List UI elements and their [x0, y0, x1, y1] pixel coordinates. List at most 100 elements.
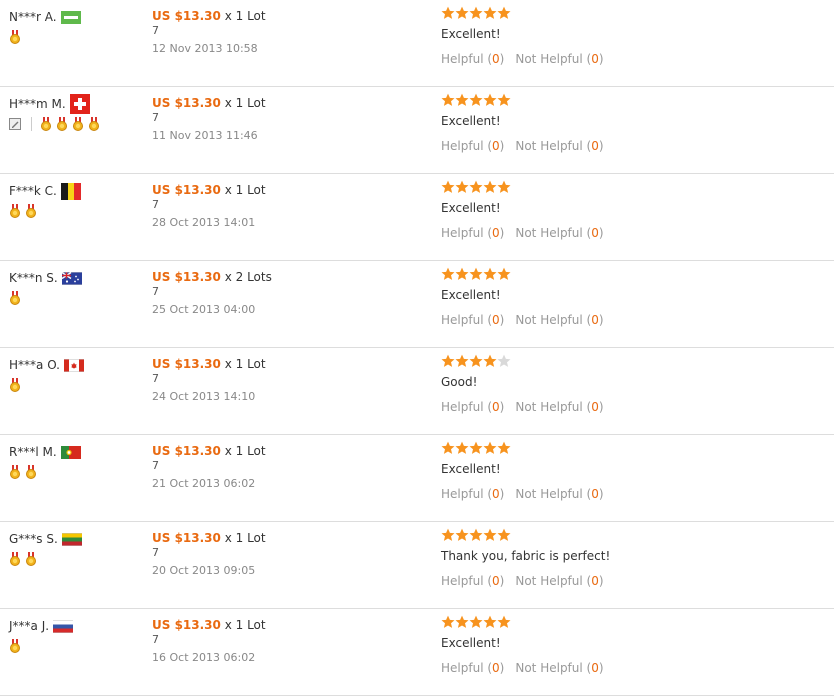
buyer-badges — [9, 465, 139, 479]
feedback-date: 12 Nov 2013 10:58 — [152, 42, 258, 55]
helpful-link[interactable]: Helpful (0) — [441, 139, 504, 153]
helpful-votes: Helpful (0) Not Helpful (0) — [441, 486, 821, 502]
not-helpful-link[interactable]: Not Helpful (0) — [515, 400, 603, 414]
review-comment: Excellent! — [441, 114, 501, 128]
star-rating — [441, 528, 821, 542]
helpful-link[interactable]: Helpful (0) — [441, 313, 504, 327]
medal-icon — [40, 117, 52, 131]
buyer-badges — [9, 117, 139, 131]
helpful-count: 0 — [492, 313, 500, 327]
star-filled-icon — [455, 180, 469, 194]
star-filled-icon — [441, 528, 455, 542]
order-price: US $13.30 — [152, 357, 221, 371]
helpful-count: 0 — [492, 661, 500, 675]
order-quantity: x 1 Lot — [224, 183, 266, 197]
feedback-list: N***r A. US $13.30 x 1 Lot 7 12 Nov 2013… — [0, 0, 834, 696]
helpful-link[interactable]: Helpful (0) — [441, 52, 504, 66]
order-quantity-sub: 7 — [152, 546, 159, 559]
not-helpful-label: Not Helpful — [515, 139, 583, 153]
helpful-label: Helpful — [441, 139, 484, 153]
review-comment: Thank you, fabric is perfect! — [441, 549, 611, 563]
star-filled-icon — [455, 6, 469, 20]
helpful-link[interactable]: Helpful (0) — [441, 661, 504, 675]
buyer-name: H***a O. — [9, 358, 60, 372]
helpful-link[interactable]: Helpful (0) — [441, 400, 504, 414]
star-filled-icon — [483, 441, 497, 455]
feedback-row: K***n S. US $13.30 x 2 Lots 7 25 Oct 201… — [0, 261, 834, 348]
order-info: US $13.30 x 1 Lot 7 11 Nov 2013 11:46 — [152, 95, 412, 143]
helpful-link[interactable]: Helpful (0) — [441, 226, 504, 240]
order-price: US $13.30 — [152, 444, 221, 458]
order-quantity-sub: 7 — [152, 285, 159, 298]
review-comment: Excellent! — [441, 27, 501, 41]
star-filled-icon — [455, 93, 469, 107]
not-helpful-label: Not Helpful — [515, 226, 583, 240]
order-price: US $13.30 — [152, 270, 221, 284]
star-filled-icon — [483, 6, 497, 20]
helpful-votes: Helpful (0) Not Helpful (0) — [441, 312, 821, 328]
helpful-votes: Helpful (0) Not Helpful (0) — [441, 138, 821, 154]
star-filled-icon — [483, 93, 497, 107]
star-rating — [441, 267, 821, 281]
not-helpful-label: Not Helpful — [515, 487, 583, 501]
review: Excellent! Helpful (0) Not Helpful (0) — [441, 6, 821, 67]
edit-icon — [9, 118, 21, 130]
not-helpful-link[interactable]: Not Helpful (0) — [515, 52, 603, 66]
buyer-badges — [9, 204, 139, 218]
flag-canada-icon — [63, 359, 84, 372]
review: Excellent! Helpful (0) Not Helpful (0) — [441, 615, 821, 676]
star-filled-icon — [497, 6, 511, 20]
feedback-row: F***k C. US $13.30 x 1 Lot 7 28 Oct 2013… — [0, 174, 834, 261]
not-helpful-link[interactable]: Not Helpful (0) — [515, 661, 603, 675]
review-comment: Excellent! — [441, 636, 501, 650]
feedback-row: N***r A. US $13.30 x 1 Lot 7 12 Nov 2013… — [0, 0, 834, 87]
order-price: US $13.30 — [152, 531, 221, 545]
star-filled-icon — [441, 441, 455, 455]
not-helpful-link[interactable]: Not Helpful (0) — [515, 139, 603, 153]
order-quantity-sub: 7 — [152, 24, 159, 37]
star-filled-icon — [455, 441, 469, 455]
feedback-date: 28 Oct 2013 14:01 — [152, 216, 256, 229]
review-comment: Excellent! — [441, 462, 501, 476]
medal-icon — [9, 639, 21, 653]
star-filled-icon — [469, 354, 483, 368]
helpful-link[interactable]: Helpful (0) — [441, 487, 504, 501]
not-helpful-label: Not Helpful — [515, 574, 583, 588]
star-rating — [441, 354, 821, 368]
helpful-label: Helpful — [441, 313, 484, 327]
star-rating — [441, 93, 821, 107]
star-filled-icon — [441, 267, 455, 281]
flag-switzerland-icon — [69, 94, 90, 114]
not-helpful-link[interactable]: Not Helpful (0) — [515, 313, 603, 327]
buyer-name: R***l M. — [9, 445, 57, 459]
medal-icon — [56, 117, 68, 131]
star-rating — [441, 6, 821, 20]
order-quantity-sub: 7 — [152, 372, 159, 385]
not-helpful-link[interactable]: Not Helpful (0) — [515, 487, 603, 501]
star-filled-icon — [469, 93, 483, 107]
star-filled-icon — [483, 267, 497, 281]
buyer-name: K***n S. — [9, 271, 58, 285]
buyer-badges — [9, 552, 139, 566]
order-quantity-sub: 7 — [152, 198, 159, 211]
helpful-count: 0 — [492, 52, 500, 66]
star-filled-icon — [483, 354, 497, 368]
feedback-date: 20 Oct 2013 09:05 — [152, 564, 256, 577]
review: Thank you, fabric is perfect! Helpful (0… — [441, 528, 821, 589]
order-info: US $13.30 x 1 Lot 7 20 Oct 2013 09:05 — [152, 530, 412, 578]
star-empty-icon — [497, 354, 511, 368]
star-filled-icon — [497, 528, 511, 542]
helpful-label: Helpful — [441, 52, 484, 66]
star-rating — [441, 615, 821, 629]
flag-australia-icon — [61, 271, 82, 285]
buyer-badges — [9, 291, 139, 305]
helpful-link[interactable]: Helpful (0) — [441, 574, 504, 588]
not-helpful-link[interactable]: Not Helpful (0) — [515, 574, 603, 588]
star-filled-icon — [441, 6, 455, 20]
not-helpful-link[interactable]: Not Helpful (0) — [515, 226, 603, 240]
flag-lithuania-icon — [61, 533, 82, 546]
feedback-row: J***a J. US $13.30 x 1 Lot 7 16 Oct 2013… — [0, 609, 834, 696]
order-quantity: x 2 Lots — [224, 270, 272, 284]
order-price: US $13.30 — [152, 183, 221, 197]
not-helpful-label: Not Helpful — [515, 52, 583, 66]
